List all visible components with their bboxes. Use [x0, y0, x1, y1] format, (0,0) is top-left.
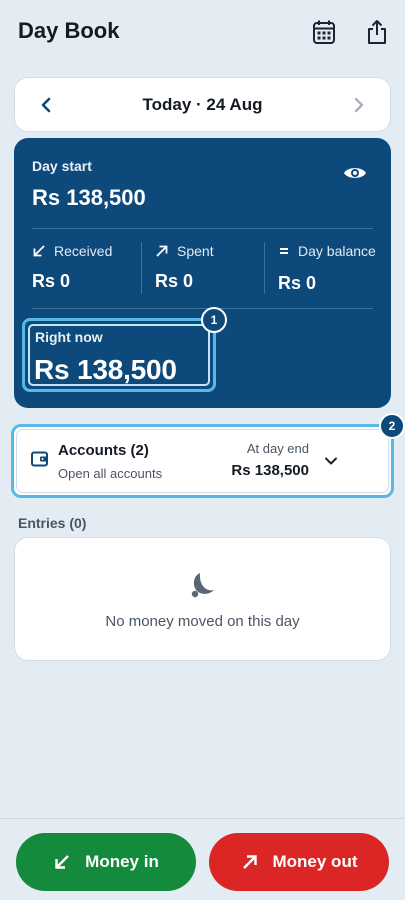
spent-label: Spent	[177, 243, 214, 259]
arrow-down-left-icon	[33, 245, 45, 257]
day-balance-label: Day balance	[298, 243, 376, 259]
day-balance-stat: Day balance Rs 0	[278, 243, 376, 294]
current-date-label[interactable]: Today · 24 Aug	[15, 95, 390, 115]
date-navigator: Today · 24 Aug	[14, 77, 391, 132]
calendar-icon[interactable]	[311, 18, 337, 46]
page-title: Day Book	[18, 18, 120, 43]
arrow-up-right-icon	[242, 855, 257, 869]
equals-icon	[280, 248, 288, 254]
spent-value: Rs 0	[155, 271, 194, 291]
arrow-up-right-icon	[156, 245, 168, 257]
summary-divider	[32, 308, 373, 309]
money-in-label: Money in	[85, 852, 159, 871]
day-balance-value: Rs 0	[278, 273, 317, 293]
day-end-value: Rs 138,500	[231, 462, 309, 479]
moon-icon	[187, 570, 217, 600]
right-now-value: Rs 138,500	[34, 354, 177, 385]
received-label: Received	[54, 243, 113, 259]
day-start-value: Rs 138,500	[32, 185, 146, 210]
accounts-card[interactable]: Accounts (2) Open all accounts At day en…	[11, 424, 394, 498]
money-out-label: Money out	[272, 852, 358, 871]
day-start-label: Day start	[32, 158, 92, 174]
step-badge-1: 1	[201, 307, 227, 333]
money-out-button[interactable]: Money out	[209, 833, 389, 891]
step-badge-2: 2	[379, 413, 405, 439]
right-now-highlight: Right now Rs 138,500	[22, 318, 216, 392]
accounts-subtitle: Open all accounts	[58, 466, 163, 481]
share-icon[interactable]	[364, 18, 390, 46]
received-stat: Received Rs 0	[32, 243, 112, 292]
right-now-label: Right now	[35, 329, 103, 345]
arrow-down-left-icon	[55, 855, 70, 869]
app-header: Day Book	[0, 0, 405, 64]
chevron-down-icon[interactable]	[323, 453, 339, 469]
summary-divider	[32, 228, 373, 229]
chevron-right-icon[interactable]	[348, 94, 370, 116]
bottom-action-bar: Money in Money out	[0, 818, 405, 900]
stat-separator	[264, 242, 265, 294]
received-value: Rs 0	[32, 271, 71, 291]
accounts-title: Accounts (2)	[58, 442, 149, 459]
day-summary-card: Day start Rs 138,500 Received Rs 0 Spent	[14, 138, 391, 408]
empty-state-text: No money moved on this day	[105, 613, 300, 630]
eye-icon[interactable]	[343, 164, 367, 182]
empty-entries-card: No money moved on this day	[14, 537, 391, 661]
wallet-icon	[30, 450, 50, 468]
money-in-button[interactable]: Money in	[16, 833, 196, 891]
entries-heading: Entries (0)	[18, 515, 87, 531]
day-end-label: At day end	[246, 441, 309, 456]
stat-separator	[141, 242, 142, 294]
spent-stat: Spent Rs 0	[155, 243, 214, 292]
